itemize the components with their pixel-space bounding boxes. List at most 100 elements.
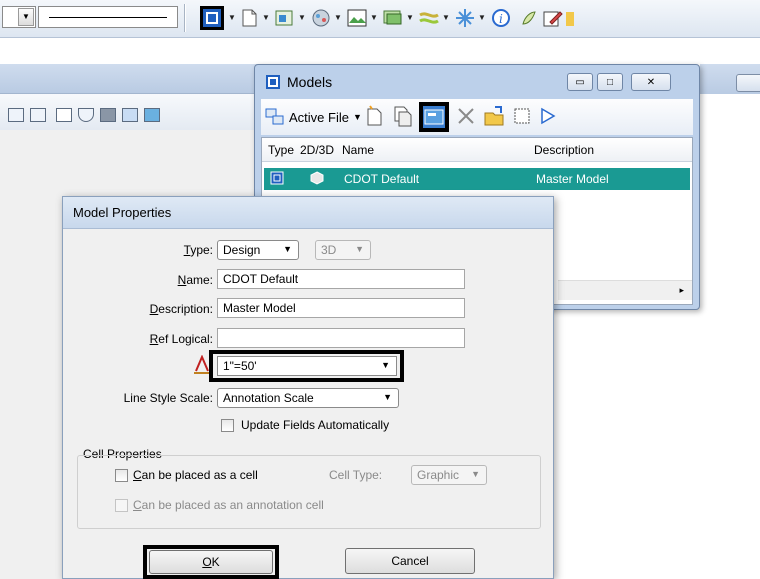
- create-model-icon[interactable]: [363, 105, 385, 127]
- chevron-down-icon[interactable]: ▼: [406, 13, 414, 22]
- chevron-down-icon[interactable]: ▼: [298, 13, 306, 22]
- chevron-down-icon: ▼: [383, 392, 392, 402]
- cube-3d-icon: [310, 171, 324, 188]
- models-window-title: Models: [265, 73, 332, 91]
- line-style-combo[interactable]: [38, 6, 178, 28]
- new-file-icon[interactable]: [238, 7, 260, 29]
- chevron-down-icon[interactable]: ▼: [18, 8, 34, 26]
- minimize-button[interactable]: [736, 74, 760, 92]
- display-styles-icon[interactable]: [418, 7, 440, 29]
- chevron-down-icon[interactable]: ▼: [228, 13, 236, 22]
- ok-button[interactable]: OK: [149, 550, 273, 574]
- model-description: Master Model: [536, 172, 609, 186]
- placed-as-cell-label: Can be placed as a cell: [133, 468, 258, 482]
- svg-text:i: i: [499, 12, 503, 26]
- view-window-icon[interactable]: [8, 108, 24, 122]
- leaf-icon[interactable]: [518, 7, 540, 29]
- annotation-scale-select[interactable]: 1"=50' ▼: [217, 356, 397, 376]
- ref-logical-field[interactable]: [217, 328, 465, 348]
- chevron-down-icon: ▼: [355, 244, 364, 254]
- model-properties-dialog: Model Properties Type: Design ▼ 3D ▼ Nam…: [62, 196, 554, 579]
- ok-button-label: OK: [202, 555, 220, 569]
- description-field[interactable]: Master Model: [217, 298, 465, 318]
- folder-icon[interactable]: [566, 7, 574, 29]
- view-grid-icon[interactable]: [56, 108, 72, 122]
- filter-icon[interactable]: [78, 108, 94, 122]
- search-icon[interactable]: [122, 108, 138, 122]
- cancel-button-label: Cancel: [391, 554, 429, 568]
- chevron-right-icon[interactable]: ▸: [679, 285, 684, 296]
- column-header-description[interactable]: Description: [534, 143, 594, 157]
- refresh-icon[interactable]: [144, 108, 160, 122]
- cancel-button[interactable]: Cancel: [345, 548, 475, 574]
- copy-model-icon[interactable]: [391, 105, 413, 127]
- type-label: Type:: [183, 243, 213, 257]
- window-title-text: Models: [287, 74, 333, 90]
- view-toolbar: [0, 94, 280, 130]
- view-attributes-icon[interactable]: [100, 108, 116, 122]
- cell-type-label: Cell Type:: [329, 468, 383, 482]
- models-icon[interactable]: [200, 6, 224, 30]
- maximize-button[interactable]: □: [597, 73, 623, 91]
- terrain-icon[interactable]: [346, 7, 368, 29]
- column-header-type[interactable]: Type: [268, 143, 294, 157]
- model-type-icon: [270, 171, 284, 188]
- models-icon: [266, 75, 280, 89]
- name-field[interactable]: CDOT Default: [217, 269, 465, 289]
- models-toolbar: Active File ▼: [261, 99, 693, 135]
- placed-as-cell-checkbox[interactable]: [115, 469, 128, 482]
- import-icon[interactable]: [483, 105, 505, 127]
- raster-icon[interactable]: [310, 7, 332, 29]
- list-header: Type 2D/3D Name Description: [262, 138, 692, 162]
- chevron-down-icon: ▼: [283, 244, 292, 254]
- info-icon[interactable]: i: [490, 7, 512, 29]
- column-header-name[interactable]: Name: [342, 143, 374, 157]
- active-file-icon: [265, 108, 284, 125]
- level-dropdown[interactable]: ▼: [2, 6, 36, 28]
- close-icon: ✕: [646, 76, 656, 88]
- chevron-down-icon[interactable]: ▼: [334, 13, 342, 22]
- type-select[interactable]: Design ▼: [217, 240, 299, 260]
- column-header-dimension[interactable]: 2D/3D: [300, 143, 334, 157]
- annotation-scale-value: 1"=50': [223, 359, 257, 373]
- chevron-down-icon[interactable]: ▼: [370, 13, 378, 22]
- update-fields-checkbox[interactable]: [221, 419, 234, 432]
- reference-icon[interactable]: [274, 7, 296, 29]
- line-style-scale-select[interactable]: Annotation Scale ▼: [217, 388, 399, 408]
- minimize-icon: ▭: [575, 76, 585, 88]
- chevron-down-icon[interactable]: ▼: [262, 13, 270, 22]
- dimension-select: 3D ▼: [315, 240, 371, 260]
- list-item[interactable]: CDOT Default Master Model: [264, 168, 690, 190]
- model-cube-icon: [206, 12, 218, 24]
- toolbar-separator: [184, 4, 186, 32]
- name-label: Name:: [177, 273, 213, 287]
- description-label: Description:: [149, 302, 213, 316]
- placed-as-annotation-cell-checkbox: [115, 499, 128, 512]
- chevron-down-icon[interactable]: ▼: [478, 13, 486, 22]
- line-style-scale-label: Line Style Scale:: [123, 391, 213, 405]
- chevron-down-icon: ▼: [471, 469, 480, 479]
- cell-type-select: Graphic ▼: [411, 465, 487, 485]
- dimension-value: 3D: [321, 243, 337, 257]
- model-name: CDOT Default: [344, 172, 420, 186]
- line-style-preview: [49, 17, 167, 18]
- cell-type-value: Graphic: [417, 468, 460, 482]
- dialog-title: Model Properties: [63, 197, 553, 229]
- model-properties-icon[interactable]: [419, 102, 449, 132]
- top-toolbar: ▼ ▼ ▼ ▼ ▼ ▼ ▼ ▼ ▼ i: [0, 0, 760, 38]
- horizontal-scrollbar[interactable]: ▸: [558, 280, 692, 300]
- view-window-icon[interactable]: [30, 108, 46, 122]
- layers-icon[interactable]: [382, 7, 404, 29]
- chevron-down-icon[interactable]: ▼: [442, 13, 450, 22]
- light-icon[interactable]: [454, 7, 476, 29]
- edit-icon[interactable]: [542, 7, 564, 29]
- close-button[interactable]: ✕: [631, 73, 671, 91]
- placed-as-annotation-cell-label: Can be placed as an annotation cell: [133, 498, 324, 512]
- chevron-down-icon: ▼: [352, 112, 362, 122]
- minimize-button[interactable]: ▭: [567, 73, 593, 91]
- delete-icon[interactable]: [455, 105, 477, 127]
- active-file-dropdown[interactable]: Active File ▼: [265, 107, 362, 127]
- select-frame-icon[interactable]: [511, 105, 533, 127]
- cursor-icon[interactable]: [537, 105, 559, 127]
- line-style-scale-value: Annotation Scale: [223, 391, 314, 405]
